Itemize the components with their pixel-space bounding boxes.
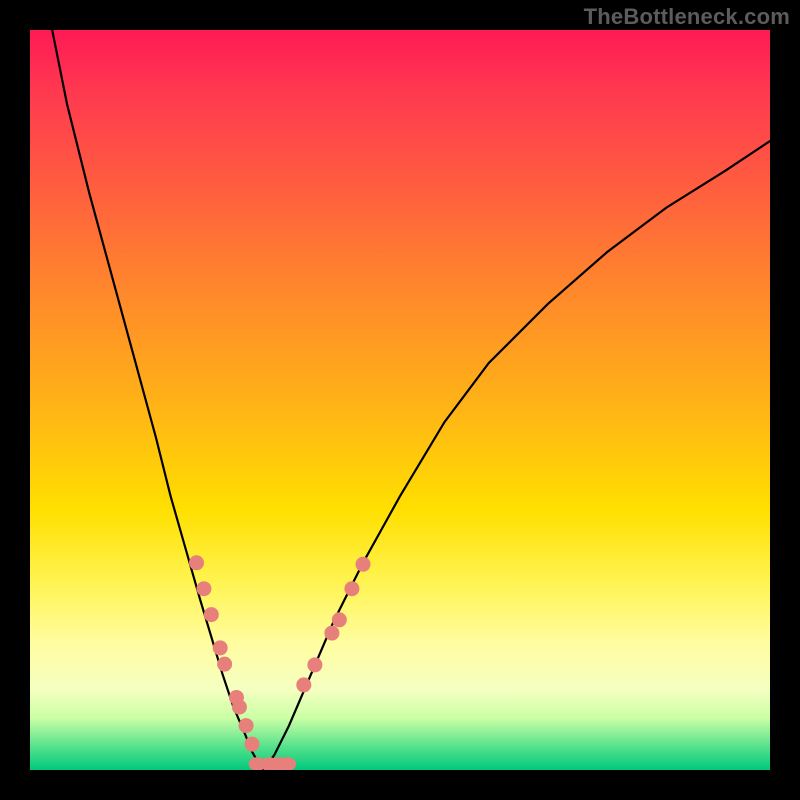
marker-dot [189, 555, 204, 570]
marker-dot [324, 626, 339, 641]
marker-dot [245, 737, 260, 752]
marker-dot [213, 640, 228, 655]
left-curve [52, 30, 263, 770]
marker-dot [204, 607, 219, 622]
marker-dot [307, 657, 322, 672]
marker-dot [232, 700, 247, 715]
marker-dot [239, 718, 254, 733]
chart-frame: TheBottleneck.com [0, 0, 800, 800]
plot-area [30, 30, 770, 770]
marker-dot [332, 612, 347, 627]
right-curve [263, 141, 770, 770]
curves-svg [30, 30, 770, 770]
markers-left-group [189, 555, 260, 751]
watermark-text: TheBottleneck.com [584, 4, 790, 30]
bottom-lozenges-group [249, 757, 296, 770]
marker-dot [296, 677, 311, 692]
marker-dot [344, 581, 359, 596]
marker-dot [196, 581, 211, 596]
marker-dot [356, 557, 371, 572]
marker-dot [217, 657, 232, 672]
